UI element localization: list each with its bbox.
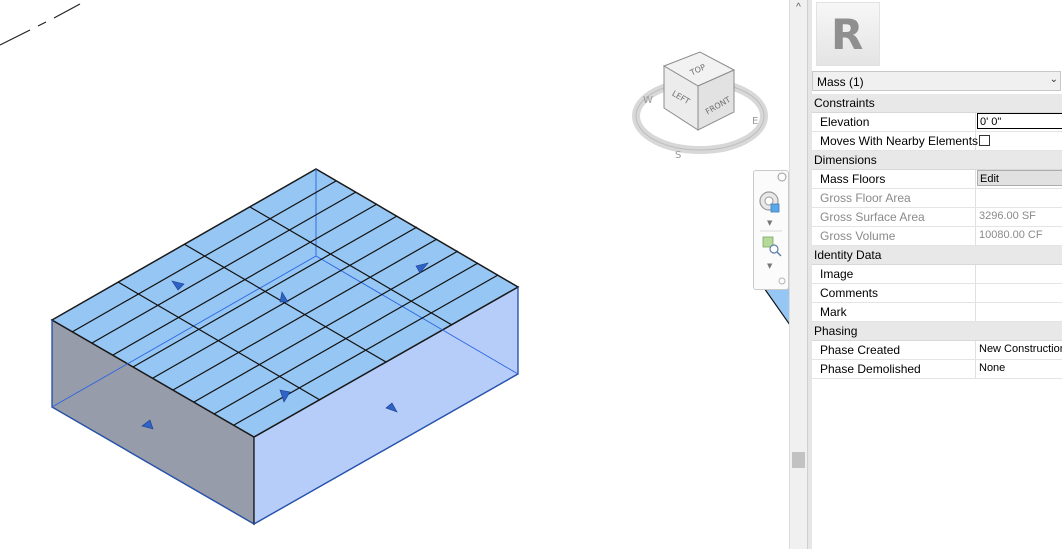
type-selector-label: Mass (1) xyxy=(817,75,864,89)
phase-created-value[interactable]: New Construction xyxy=(977,341,1062,359)
category-phasing[interactable]: Phasing xyxy=(812,322,1062,341)
type-image-area: R xyxy=(812,0,1062,70)
nav-customize-icon[interactable] xyxy=(778,277,786,285)
viewcube[interactable]: W E S TOP LEFT FRONT xyxy=(632,51,768,161)
close-icon[interactable] xyxy=(777,172,787,182)
properties-panel: R Mass (1) ⌄ Constraints Elevation 0' 0"… xyxy=(812,0,1062,549)
mark-value[interactable] xyxy=(977,303,1062,321)
property-row-phase-created[interactable]: Phase Created New Construction xyxy=(812,341,1062,360)
chevron-down-icon: ⌄ xyxy=(1049,74,1058,85)
moves-with-nearby-checkbox[interactable] xyxy=(979,135,990,146)
mass-floors-edit-button[interactable]: Edit xyxy=(977,170,1062,186)
steering-wheel-icon[interactable] xyxy=(759,191,780,213)
3d-viewport[interactable]: W E S TOP LEFT FRONT ▼ ▼ xyxy=(0,0,790,549)
property-row-gross-floor-area: Gross Floor Area xyxy=(812,189,1062,208)
image-value[interactable] xyxy=(977,265,1062,283)
property-row-moves-with-nearby: Moves With Nearby Elements xyxy=(812,132,1062,151)
navigation-bar[interactable]: ▼ ▼ xyxy=(753,170,789,290)
svg-text:W: W xyxy=(643,95,653,106)
property-row-comments[interactable]: Comments xyxy=(812,284,1062,303)
vertical-scrollbar[interactable]: ^ xyxy=(789,0,807,549)
property-row-phase-demolished[interactable]: Phase Demolished None xyxy=(812,360,1062,379)
property-row-elevation: Elevation 0' 0" xyxy=(812,113,1062,132)
comments-value[interactable] xyxy=(977,284,1062,302)
svg-text:E: E xyxy=(752,116,758,127)
category-identity-data[interactable]: Identity Data xyxy=(812,246,1062,265)
property-row-gross-volume: Gross Volume 10080.00 CF xyxy=(812,227,1062,246)
svg-text:S: S xyxy=(675,150,681,161)
phase-demolished-value[interactable]: None xyxy=(977,360,1062,378)
revit-logo: R xyxy=(816,2,880,66)
type-selector-dropdown[interactable]: Mass (1) ⌄ xyxy=(812,71,1061,91)
elevation-input[interactable]: 0' 0" xyxy=(977,113,1062,129)
zoom-region-icon[interactable] xyxy=(762,236,782,257)
category-constraints[interactable]: Constraints xyxy=(812,94,1062,113)
reference-line xyxy=(0,3,81,46)
property-row-mark[interactable]: Mark xyxy=(812,303,1062,322)
scroll-thumb[interactable] xyxy=(792,452,805,468)
revit-logo-letter: R xyxy=(831,10,863,59)
property-row-image[interactable]: Image xyxy=(812,265,1062,284)
scroll-up-button[interactable]: ^ xyxy=(790,0,807,16)
chevron-down-icon[interactable]: ▼ xyxy=(767,219,773,227)
model-canvas[interactable]: W E S TOP LEFT FRONT xyxy=(0,0,790,549)
chevron-down-icon[interactable]: ▼ xyxy=(767,262,773,270)
mass-element[interactable] xyxy=(50,168,520,526)
properties-grid: Constraints Elevation 0' 0" Moves With N… xyxy=(812,94,1062,379)
category-dimensions[interactable]: Dimensions xyxy=(812,151,1062,170)
property-row-mass-floors: Mass Floors Edit xyxy=(812,170,1062,189)
property-row-gross-surface-area: Gross Surface Area 3296.00 SF xyxy=(812,208,1062,227)
